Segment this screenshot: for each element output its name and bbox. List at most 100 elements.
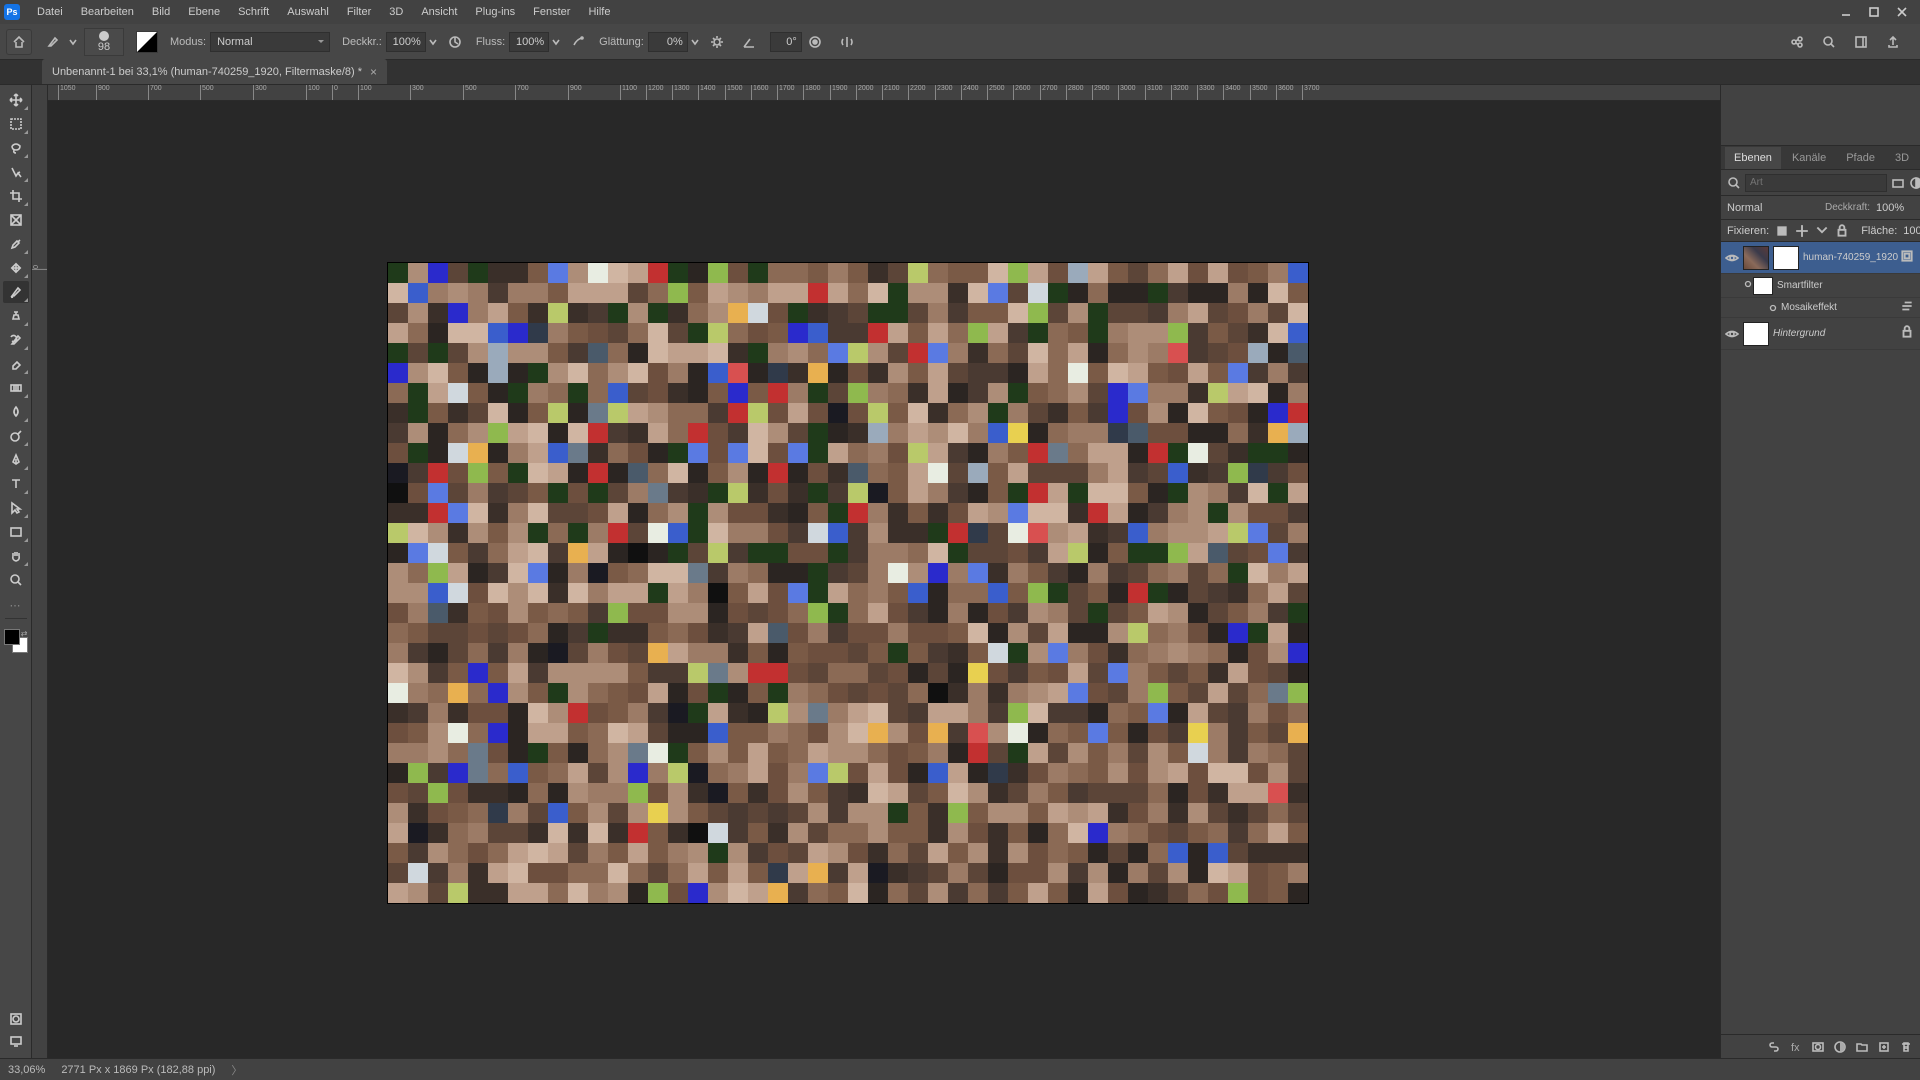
zoom-tool[interactable] xyxy=(3,569,29,591)
current-tool-icon[interactable] xyxy=(40,29,66,55)
window-maximize-button[interactable] xyxy=(1860,0,1888,24)
menu-item-filter[interactable]: Filter xyxy=(338,0,380,24)
menu-item-auswahl[interactable]: Auswahl xyxy=(278,0,338,24)
brush-tool[interactable] xyxy=(3,281,29,303)
angle-icon[interactable] xyxy=(738,31,760,53)
pressure-opacity-icon[interactable] xyxy=(444,31,466,53)
filter-pixel-icon[interactable] xyxy=(1891,175,1905,191)
workspace-icon[interactable] xyxy=(1850,31,1872,53)
menu-item-schrift[interactable]: Schrift xyxy=(229,0,278,24)
window-close-button[interactable] xyxy=(1888,0,1916,24)
opacity-input[interactable]: 100% xyxy=(386,32,426,52)
flow-dropdown[interactable] xyxy=(551,37,561,47)
vertical-ruler[interactable]: 0 xyxy=(32,85,48,1058)
color-swatches[interactable]: ⇄ xyxy=(4,629,28,653)
pressure-size-icon[interactable] xyxy=(804,31,826,53)
blur-tool[interactable] xyxy=(3,401,29,423)
menu-item-bearbeiten[interactable]: Bearbeiten xyxy=(72,0,143,24)
adjustment-layer-icon[interactable] xyxy=(1830,1037,1850,1057)
layer-blend-select[interactable]: Normal xyxy=(1727,202,1819,214)
foreground-color-swatch[interactable] xyxy=(4,629,20,645)
menu-item-ansicht[interactable]: Ansicht xyxy=(412,0,466,24)
doc-info-chevron-icon[interactable]: 〉 xyxy=(231,1062,242,1078)
zoom-level[interactable]: 33,06% xyxy=(8,1064,45,1076)
marquee-tool[interactable] xyxy=(3,113,29,135)
airbrush-icon[interactable] xyxy=(567,31,589,53)
layer-name[interactable]: human-740259_1920 xyxy=(1803,252,1900,263)
close-tab-icon[interactable]: × xyxy=(370,65,377,79)
layer-row[interactable]: human-740259_1920 xyxy=(1721,242,1920,274)
layer-thumbnail[interactable] xyxy=(1743,246,1769,270)
hand-tool[interactable] xyxy=(3,545,29,567)
eyedropper-tool[interactable] xyxy=(3,233,29,255)
layer-thumbnail[interactable] xyxy=(1743,322,1769,346)
tab-pfade[interactable]: Pfade xyxy=(1837,147,1884,169)
new-group-icon[interactable] xyxy=(1852,1037,1872,1057)
fill-input[interactable]: 100% xyxy=(1903,225,1920,237)
history-brush-tool[interactable] xyxy=(3,329,29,351)
horizontal-ruler[interactable]: 1050 900 700 500 300 100 0 100 300 500 7… xyxy=(48,85,1720,101)
tab-3d[interactable]: 3D xyxy=(1886,147,1918,169)
search-icon[interactable] xyxy=(1818,31,1840,53)
layer-effects-icon[interactable]: fx xyxy=(1786,1037,1806,1057)
layer-row[interactable]: Hintergrund xyxy=(1721,318,1920,350)
type-tool[interactable] xyxy=(3,473,29,495)
filter-edit-icon[interactable] xyxy=(1900,299,1914,316)
layer-opacity-input[interactable]: 100% xyxy=(1876,202,1914,214)
filter-effect-row[interactable]: Mosaikeffekt xyxy=(1721,298,1920,318)
angle-input[interactable]: 0° xyxy=(770,32,802,52)
document-tab[interactable]: Unbenannt-1 bei 33,1% (human-740259_1920… xyxy=(42,59,387,84)
path-select-tool[interactable] xyxy=(3,497,29,519)
blend-mode-select[interactable]: Normal xyxy=(210,32,330,52)
swap-colors-icon[interactable]: ⇄ xyxy=(21,629,28,638)
lasso-tool[interactable] xyxy=(3,137,29,159)
filter-visibility-toggle[interactable] xyxy=(1743,279,1753,292)
smoothing-dropdown[interactable] xyxy=(690,37,700,47)
gradient-tool[interactable] xyxy=(3,377,29,399)
tab-kanaele[interactable]: Kanäle xyxy=(1783,147,1835,169)
tool-preset-dropdown[interactable] xyxy=(68,37,78,47)
link-layers-icon[interactable] xyxy=(1764,1037,1784,1057)
quick-select-tool[interactable] xyxy=(3,161,29,183)
menu-item-bild[interactable]: Bild xyxy=(143,0,179,24)
document-canvas[interactable] xyxy=(48,101,1720,1058)
screen-mode-icon[interactable] xyxy=(3,1030,29,1052)
filter-adjust-icon[interactable] xyxy=(1909,175,1920,191)
collapsed-panel-area[interactable] xyxy=(1721,85,1920,145)
frame-tool[interactable] xyxy=(3,209,29,231)
home-button[interactable] xyxy=(6,29,32,55)
layer-name[interactable]: Hintergrund xyxy=(1773,328,1900,339)
menu-item-plugins[interactable]: Plug-ins xyxy=(466,0,524,24)
menu-item-datei[interactable]: Datei xyxy=(28,0,72,24)
brush-preview[interactable]: 98 xyxy=(84,28,124,56)
edit-toolbar-icon[interactable]: ⋯ xyxy=(10,599,22,612)
brush-panel-toggle[interactable] xyxy=(136,31,158,53)
crop-tool[interactable] xyxy=(3,185,29,207)
healing-tool[interactable] xyxy=(3,257,29,279)
doc-info[interactable]: 2771 Px x 1869 Px (182,88 ppi) xyxy=(61,1064,215,1076)
menu-item-ebene[interactable]: Ebene xyxy=(179,0,229,24)
quick-mask-icon[interactable] xyxy=(3,1008,29,1030)
add-mask-icon[interactable] xyxy=(1808,1037,1828,1057)
lock-artboard-icon[interactable] xyxy=(1815,224,1829,238)
dodge-tool[interactable] xyxy=(3,425,29,447)
lock-all-icon[interactable] xyxy=(1835,224,1849,238)
symmetry-icon[interactable] xyxy=(836,31,858,53)
opacity-dropdown[interactable] xyxy=(428,37,438,47)
new-layer-icon[interactable] xyxy=(1874,1037,1894,1057)
filter-mask-thumbnail[interactable] xyxy=(1753,277,1773,295)
filter-effect-name[interactable]: Mosaikeffekt xyxy=(1781,302,1900,313)
menu-item-3d[interactable]: 3D xyxy=(380,0,412,24)
flow-input[interactable]: 100% xyxy=(509,32,549,52)
menu-item-fenster[interactable]: Fenster xyxy=(524,0,579,24)
pen-tool[interactable] xyxy=(3,449,29,471)
visibility-toggle[interactable] xyxy=(1721,251,1743,265)
move-tool[interactable] xyxy=(3,89,29,111)
lock-pixels-icon[interactable] xyxy=(1775,224,1789,238)
clone-stamp-tool[interactable] xyxy=(3,305,29,327)
window-minimize-button[interactable] xyxy=(1832,0,1860,24)
lock-position-icon[interactable] xyxy=(1795,224,1809,238)
tab-ebenen[interactable]: Ebenen xyxy=(1725,147,1781,169)
effect-visibility-toggle[interactable] xyxy=(1765,303,1781,313)
menu-item-hilfe[interactable]: Hilfe xyxy=(579,0,619,24)
